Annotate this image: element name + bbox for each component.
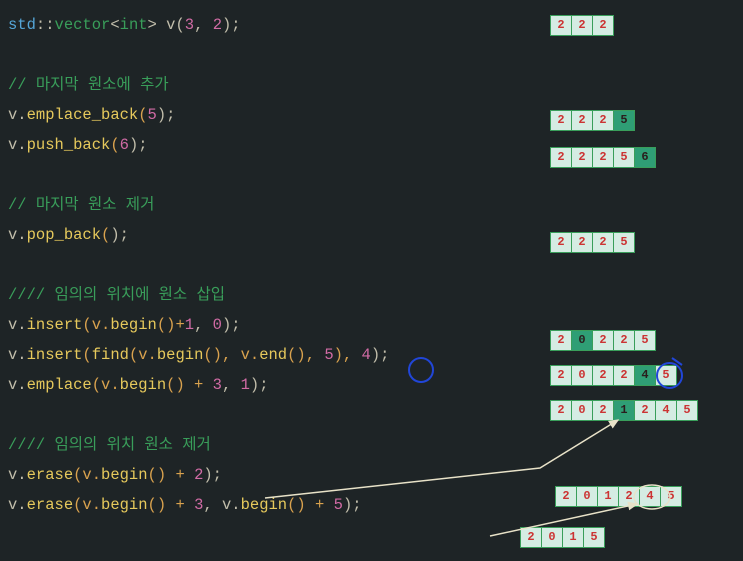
vector-cell: 2 — [555, 486, 577, 507]
comment-2: // 마지막 원소 제거 — [8, 190, 735, 220]
vector-cell: 4 — [639, 486, 661, 507]
vector-cell: 1 — [597, 486, 619, 507]
vector-cell: 2 — [571, 147, 593, 168]
vector-diagram-8: 201245 — [555, 486, 681, 508]
vector-cell: 2 — [592, 15, 614, 36]
vector-cell: 2 — [550, 232, 572, 253]
vector-cell: 0 — [571, 400, 593, 421]
vector-cell: 2 — [571, 232, 593, 253]
comment-4: //// 임의의 위치 원소 제거 — [8, 430, 735, 460]
vector-diagram-4: 2225 — [550, 232, 634, 254]
vector-cell: 2 — [571, 15, 593, 36]
vector-cell: 2 — [550, 365, 572, 386]
comment-3: //// 임의의 위치에 원소 삽입 — [8, 280, 735, 310]
vector-cell: 0 — [541, 527, 563, 548]
vector-cell: 2 — [592, 232, 614, 253]
vector-cell: 2 — [550, 110, 572, 131]
vector-cell: 2 — [550, 330, 572, 351]
vector-diagram-3: 22256 — [550, 147, 655, 169]
vector-cell: 2 — [592, 330, 614, 351]
vector-diagram-9: 2015 — [520, 527, 604, 549]
vector-cell: 5 — [583, 527, 605, 548]
vector-cell: 0 — [571, 365, 593, 386]
vector-cell: 2 — [520, 527, 542, 548]
vector-cell: 2 — [571, 110, 593, 131]
vector-cell: 6 — [634, 147, 656, 168]
vector-cell: 5 — [613, 232, 635, 253]
vector-cell: 2 — [592, 400, 614, 421]
vector-cell: 5 — [613, 147, 635, 168]
vector-diagram-1: 222 — [550, 15, 613, 37]
comment-1: // 마지막 원소에 추가 — [8, 70, 735, 100]
vector-cell: 1 — [613, 400, 635, 421]
vector-cell: 4 — [634, 365, 656, 386]
vector-cell: 2 — [618, 486, 640, 507]
vector-cell: 1 — [562, 527, 584, 548]
vector-cell: 2 — [592, 110, 614, 131]
vector-cell: 2 — [613, 365, 635, 386]
vector-diagram-7: 2021245 — [550, 400, 697, 422]
vector-cell: 4 — [655, 400, 677, 421]
vector-cell: 5 — [655, 365, 677, 386]
vector-cell: 2 — [550, 400, 572, 421]
vector-cell: 2 — [634, 400, 656, 421]
vector-cell: 5 — [634, 330, 656, 351]
vector-cell: 5 — [676, 400, 698, 421]
code-line-1: std::vector<int> v(3, 2); — [8, 10, 735, 40]
vector-diagram-5: 20225 — [550, 330, 655, 352]
vector-cell: 2 — [613, 330, 635, 351]
vector-diagram-6: 202245 — [550, 365, 676, 387]
vector-cell: 5 — [613, 110, 635, 131]
vector-cell: 2 — [550, 147, 572, 168]
vector-diagram-2: 2225 — [550, 110, 634, 132]
vector-cell: 2 — [592, 365, 614, 386]
vector-cell: 0 — [576, 486, 598, 507]
vector-cell: 0 — [571, 330, 593, 351]
vector-cell: 2 — [550, 15, 572, 36]
vector-cell: 2 — [592, 147, 614, 168]
vector-cell: 5 — [660, 486, 682, 507]
